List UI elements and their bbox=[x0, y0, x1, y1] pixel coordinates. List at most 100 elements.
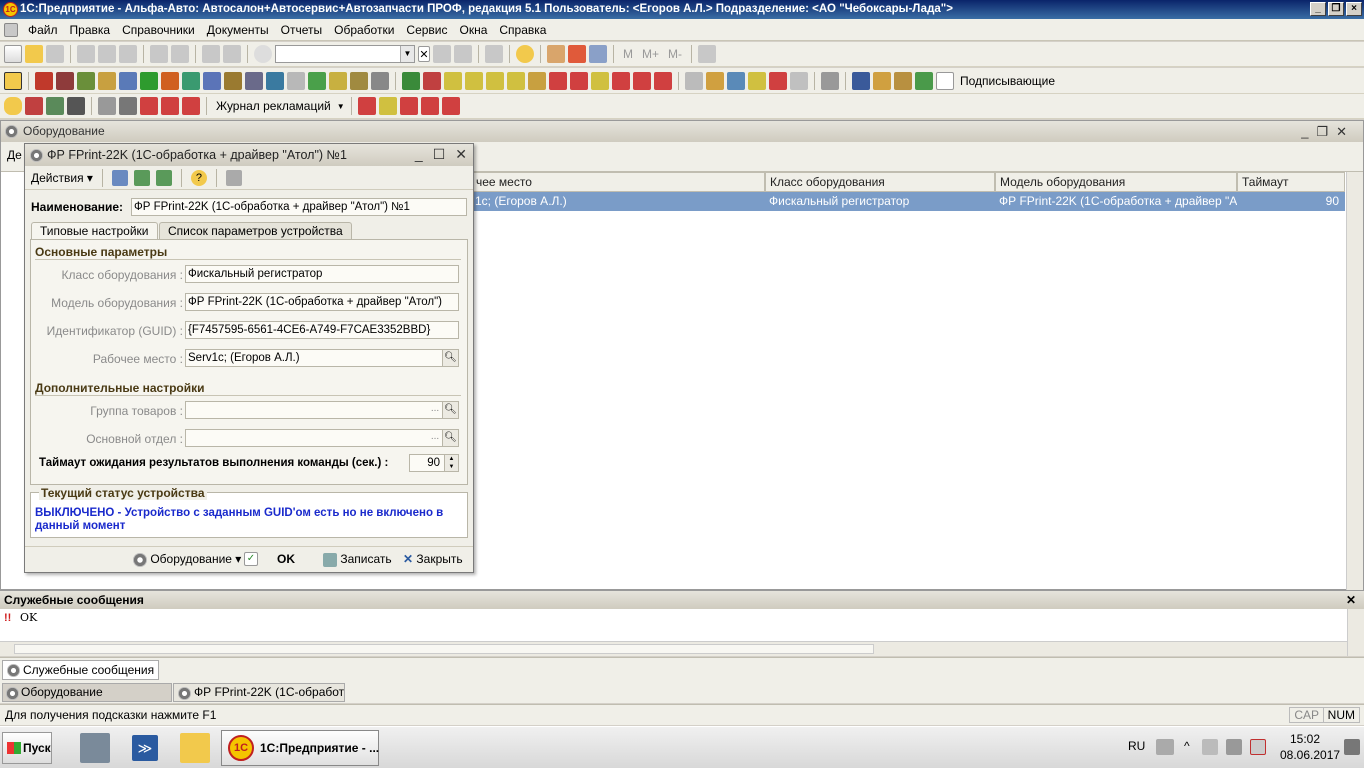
find-prev-icon[interactable] bbox=[454, 45, 472, 63]
scroll-thumb[interactable] bbox=[14, 644, 874, 654]
paste-icon[interactable] bbox=[119, 45, 137, 63]
signature-icon[interactable] bbox=[936, 71, 954, 90]
timeout-stepper[interactable]: 90 ▲ ▼ bbox=[409, 454, 459, 472]
search-icon[interactable] bbox=[254, 45, 272, 63]
help-icon[interactable]: ? bbox=[190, 169, 207, 186]
flag-icon[interactable] bbox=[1202, 739, 1218, 755]
clear-search-icon[interactable]: ✕ bbox=[418, 46, 430, 62]
cell-class[interactable]: Фискальный регистратор bbox=[765, 192, 995, 211]
name-input[interactable]: ФР FPrint-22K (1С-обработка + драйвер "А… bbox=[131, 198, 467, 216]
dk-icon[interactable] bbox=[790, 71, 808, 90]
close-dialog-button[interactable]: ✕ Закрыть bbox=[403, 552, 463, 566]
pko2-icon[interactable] bbox=[486, 71, 504, 90]
chart-icon[interactable] bbox=[402, 71, 420, 90]
memory-m-icon[interactable]: M bbox=[620, 47, 636, 61]
clock-time[interactable]: 15:02 bbox=[1290, 732, 1320, 746]
close-button[interactable]: × bbox=[1346, 2, 1362, 16]
bar-chart-icon[interactable] bbox=[727, 71, 745, 90]
contact-icon[interactable] bbox=[915, 71, 933, 90]
column-timeout[interactable]: Таймаут bbox=[1237, 172, 1345, 192]
app-main-icon[interactable] bbox=[4, 71, 22, 90]
wrench-icon[interactable] bbox=[98, 97, 116, 115]
workplace-field[interactable]: Serv1c; (Егоров А.Л.) 🔍︎ bbox=[185, 349, 459, 367]
list-vertical-scrollbar[interactable] bbox=[1346, 172, 1363, 590]
menu-processing[interactable]: Обработки bbox=[328, 23, 400, 37]
windows-icon[interactable] bbox=[485, 45, 503, 63]
list-actions-stub[interactable]: Де bbox=[7, 148, 22, 162]
messages-tab[interactable]: Служебные сообщения bbox=[2, 660, 160, 680]
nakl2-icon[interactable] bbox=[633, 71, 651, 90]
print-icon[interactable] bbox=[150, 45, 168, 63]
menu-help[interactable]: Справка bbox=[493, 23, 552, 37]
search-icon[interactable]: 🔍︎ bbox=[442, 350, 458, 366]
new-icon[interactable] bbox=[4, 45, 22, 63]
dialog-maximize-button[interactable]: ☐ bbox=[433, 147, 446, 161]
table-icon[interactable] bbox=[225, 169, 242, 186]
class-field[interactable]: Фискальный регистратор bbox=[185, 265, 459, 283]
ok-button[interactable]: OK bbox=[277, 552, 295, 566]
memory-mminus-icon[interactable]: M- bbox=[665, 47, 685, 61]
lock-icon[interactable] bbox=[4, 97, 22, 115]
dept-field[interactable]: ... 🔍︎ bbox=[185, 429, 459, 447]
cards-icon[interactable] bbox=[873, 71, 891, 90]
calendar-icon[interactable] bbox=[568, 45, 586, 63]
nakl-plus3-icon[interactable] bbox=[182, 97, 200, 115]
plus-doc-icon[interactable] bbox=[308, 71, 326, 90]
column-model[interactable]: Модель оборудования bbox=[995, 172, 1237, 192]
addplus-icon[interactable] bbox=[769, 71, 787, 90]
nakl-plus2-icon[interactable] bbox=[161, 97, 179, 115]
dialog-close-button[interactable]: ✕ bbox=[455, 147, 467, 161]
keyboard-icon[interactable] bbox=[1156, 739, 1174, 755]
catalog-icon[interactable] bbox=[852, 71, 870, 90]
grid-icon[interactable] bbox=[224, 71, 242, 90]
close-icon[interactable]: ✕ bbox=[1346, 591, 1356, 609]
window-tab-fiscal-printer[interactable]: ФР FPrint-22K (1С-обработк... bbox=[173, 683, 345, 702]
book-icon[interactable] bbox=[182, 71, 200, 90]
money-icon[interactable] bbox=[423, 71, 441, 90]
new-form-icon[interactable] bbox=[155, 169, 172, 186]
complaints-journal-label[interactable]: Журнал рекламаций bbox=[213, 99, 334, 113]
refresh-icon[interactable] bbox=[111, 169, 128, 186]
pko-icon[interactable] bbox=[444, 71, 462, 90]
messages-vertical-scrollbar[interactable] bbox=[1347, 609, 1364, 656]
report-icon[interactable] bbox=[685, 71, 703, 90]
goods-group-field[interactable]: ... 🔍︎ bbox=[185, 401, 459, 419]
nakl-icon[interactable] bbox=[612, 71, 630, 90]
ellipsis-icon[interactable]: ... bbox=[428, 430, 442, 446]
cell-model[interactable]: ФР FPrint-22K (1С-обработка + драйвер "А… bbox=[995, 192, 1237, 211]
chevron-up-icon[interactable]: ^ bbox=[1184, 739, 1190, 753]
model-field[interactable]: ФР FPrint-22K (1С-обработка + драйвер "А… bbox=[185, 293, 459, 311]
note-icon[interactable] bbox=[329, 71, 347, 90]
house-icon[interactable] bbox=[35, 71, 53, 90]
chevron-down-icon[interactable]: ▼ bbox=[400, 46, 414, 62]
column-workplace[interactable]: чее место bbox=[471, 172, 765, 192]
window-tab-equipment[interactable]: Оборудование bbox=[2, 683, 172, 702]
arrow-icon[interactable] bbox=[549, 71, 567, 90]
jack-icon[interactable] bbox=[67, 97, 85, 115]
transfer3-icon[interactable] bbox=[357, 97, 376, 115]
show-desktop-icon[interactable] bbox=[1344, 739, 1360, 755]
info-icon[interactable] bbox=[516, 45, 534, 63]
explorer-icon[interactable] bbox=[180, 733, 210, 763]
cash-icon[interactable] bbox=[507, 71, 525, 90]
calc-icon[interactable] bbox=[547, 45, 565, 63]
edit-icon[interactable] bbox=[350, 71, 368, 90]
mdi-window-controls[interactable]: _❐✕ bbox=[1301, 121, 1355, 142]
preview-icon[interactable] bbox=[171, 45, 189, 63]
menu-edit[interactable]: Правка bbox=[64, 23, 117, 37]
powershell-icon[interactable]: ≫ bbox=[132, 735, 158, 761]
rko-icon[interactable] bbox=[465, 71, 483, 90]
nakl3-icon[interactable] bbox=[654, 71, 672, 90]
search-icon[interactable]: 🔍︎ bbox=[442, 402, 458, 418]
column-class[interactable]: Класс оборудования bbox=[765, 172, 995, 192]
ellipsis-icon[interactable]: ... bbox=[428, 402, 442, 418]
menu-catalogs[interactable]: Справочники bbox=[116, 23, 201, 37]
search-icon[interactable]: 🔍︎ bbox=[442, 430, 458, 446]
wheel-icon[interactable] bbox=[46, 97, 64, 115]
users-icon[interactable] bbox=[589, 45, 607, 63]
dollar-icon[interactable] bbox=[140, 71, 158, 90]
network-tray-icon[interactable] bbox=[1226, 739, 1242, 755]
cell-timeout[interactable]: 90 bbox=[1237, 192, 1345, 211]
menu-reports[interactable]: Отчеты bbox=[275, 23, 328, 37]
start-button[interactable]: Пуск bbox=[2, 732, 52, 764]
